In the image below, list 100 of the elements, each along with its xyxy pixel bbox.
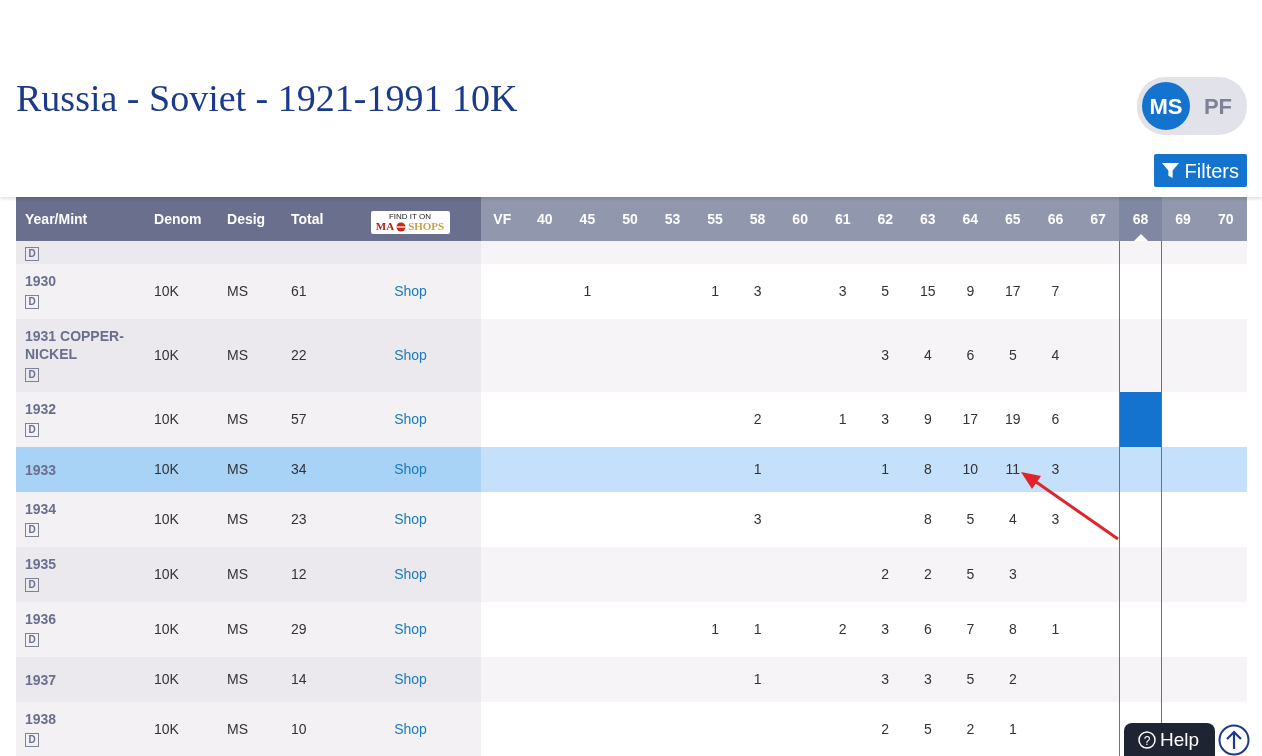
grade-count[interactable]: 1 xyxy=(753,671,762,687)
shop-link[interactable]: Shop xyxy=(394,347,427,363)
shop-link[interactable]: Shop xyxy=(394,511,427,527)
designation-badge[interactable]: D xyxy=(25,523,39,537)
grade-count[interactable]: 3 xyxy=(1008,566,1017,582)
designation-badge[interactable]: D xyxy=(25,633,39,647)
grade-count[interactable]: 10 xyxy=(962,461,979,477)
year-mint-link[interactable]: 1934 xyxy=(25,500,144,518)
grade-count[interactable]: 2 xyxy=(838,621,847,637)
grade-type-toggle-option[interactable]: MS xyxy=(1142,82,1190,130)
grade-count[interactable]: 3 xyxy=(881,621,890,637)
grade-count[interactable]: 5 xyxy=(966,671,975,687)
designation-badge[interactable]: D xyxy=(25,295,39,309)
table-row[interactable]: 1934 D 10K MS 23 Shop 3 8 5 4 3 xyxy=(16,492,1247,547)
grade-count[interactable]: 3 xyxy=(1051,511,1060,527)
grade-count[interactable]: 1 xyxy=(711,283,719,299)
grade-count[interactable]: 1 xyxy=(753,461,762,477)
total-text: 23 xyxy=(291,511,307,527)
grade-count[interactable]: 8 xyxy=(1008,621,1017,637)
table-row[interactable]: 1933 10K MS 34 Shop 1 1 8 10 11 3 xyxy=(16,447,1247,492)
shop-link[interactable]: Shop xyxy=(394,671,427,687)
grade-count[interactable]: 7 xyxy=(1051,283,1060,299)
denomination-text: 10K xyxy=(154,511,179,527)
grade-count[interactable]: 4 xyxy=(923,347,932,363)
grade-count[interactable]: 2 xyxy=(966,721,975,737)
population-bar xyxy=(1119,392,1162,447)
grade-count[interactable]: 3 xyxy=(881,671,890,687)
grade-count[interactable]: 3 xyxy=(881,411,890,427)
grade-count[interactable]: 5 xyxy=(1008,347,1017,363)
shop-link[interactable]: Shop xyxy=(394,283,427,299)
year-mint-link[interactable]: 1936 xyxy=(25,610,144,628)
grade-count[interactable]: 2 xyxy=(881,566,890,582)
shop-logo[interactable]: FIND IT ON MA SHOPS xyxy=(370,211,450,234)
grade-count[interactable]: 17 xyxy=(962,411,979,427)
grade-count[interactable]: 2 xyxy=(753,411,762,427)
shop-link[interactable]: Shop xyxy=(394,721,427,737)
filters-button[interactable]: Filters xyxy=(1153,154,1247,187)
designation-badge[interactable]: D xyxy=(25,423,39,437)
grade-count[interactable]: 9 xyxy=(966,283,975,299)
grade-count[interactable]: 8 xyxy=(923,511,932,527)
grade-count[interactable]: 1 xyxy=(1008,721,1017,737)
grade-count[interactable]: 3 xyxy=(923,671,932,687)
designation-badge[interactable]: D xyxy=(25,247,39,261)
grade-count[interactable]: 5 xyxy=(881,283,890,299)
grade-count[interactable]: 2 xyxy=(1008,671,1017,687)
grade-count[interactable]: 6 xyxy=(923,621,932,637)
grade-count[interactable]: 1 xyxy=(753,621,762,637)
grade-count[interactable]: 3 xyxy=(838,283,847,299)
grade-count[interactable]: 3 xyxy=(1051,461,1060,477)
year-mint-link[interactable]: 1931 COPPER-NICKEL xyxy=(25,327,144,363)
grade-count[interactable]: 4 xyxy=(1051,347,1060,363)
logo-text: MA xyxy=(375,221,395,232)
grade-count[interactable]: 5 xyxy=(966,566,975,582)
year-mint-link[interactable]: 1935 xyxy=(25,555,144,573)
grade-count[interactable]: 19 xyxy=(1005,411,1021,427)
grade-count[interactable]: 5 xyxy=(966,511,975,527)
designation-badge[interactable]: D xyxy=(25,368,39,382)
designation-badge[interactable]: D xyxy=(25,733,39,747)
grade-count[interactable]: 4 xyxy=(1008,511,1017,527)
grade-count[interactable]: 6 xyxy=(1051,411,1060,427)
grade-count[interactable]: 3 xyxy=(753,511,762,527)
grade-count[interactable]: 1 xyxy=(838,411,847,427)
year-mint-link[interactable]: 1938 xyxy=(25,710,144,728)
grade-count[interactable]: 2 xyxy=(923,566,932,582)
grade-count[interactable]: 8 xyxy=(923,461,932,477)
shop-link[interactable]: Shop xyxy=(394,621,427,637)
designation-text: MS xyxy=(227,721,248,737)
grade-count[interactable]: 9 xyxy=(923,411,932,427)
designation-text: MS xyxy=(227,411,248,427)
shop-link[interactable]: Shop xyxy=(394,566,427,582)
grade-count[interactable]: 3 xyxy=(753,283,762,299)
grade-count[interactable]: 11 xyxy=(1005,461,1021,477)
table-row[interactable]: 1936 D 10K MS 29 Shop 1 1 2 3 6 7 8 1 xyxy=(16,602,1247,657)
total-text: 14 xyxy=(291,671,307,687)
grade-count[interactable]: 2 xyxy=(881,721,890,737)
designation-badge[interactable]: D xyxy=(25,578,39,592)
shop-link[interactable]: Shop xyxy=(394,411,427,427)
year-mint-link[interactable]: 1930 xyxy=(25,272,144,290)
grade-count[interactable]: 1 xyxy=(1051,621,1060,637)
table-row[interactable]: 1930 D 10K MS 61 Shop 1 1 3 3 5 15 9 17 7 xyxy=(16,264,1247,319)
table-row[interactable]: 1935 D 10K MS 12 Shop 2 2 5 3 xyxy=(16,547,1247,602)
table-row[interactable]: 1931 COPPER-NICKEL D 10K MS 22 Shop 3 4 6 5 4 xyxy=(16,319,1247,392)
grade-count[interactable]: 15 xyxy=(920,283,936,299)
column-header: Year/Mint xyxy=(16,197,145,241)
table-row[interactable]: 1932 D 10K MS 57 Shop 2 1 3 9 17 19 6 xyxy=(16,392,1247,447)
grade-column-header[interactable]: 68 xyxy=(1119,197,1162,241)
total-text: 22 xyxy=(291,347,307,363)
grade-count[interactable]: 1 xyxy=(583,283,592,299)
grade-count[interactable]: 5 xyxy=(923,721,932,737)
grade-count[interactable]: 6 xyxy=(966,347,975,363)
grade-count[interactable]: 7 xyxy=(966,621,975,637)
scroll-up-icon[interactable] xyxy=(1218,724,1250,756)
year-mint-link[interactable]: 1932 xyxy=(25,400,144,418)
grade-count[interactable]: 1 xyxy=(881,461,890,477)
help-button[interactable]: ? Help xyxy=(1124,723,1215,756)
grade-count[interactable]: 17 xyxy=(1005,283,1021,299)
designation-text: MS xyxy=(227,461,248,477)
grade-count[interactable]: 3 xyxy=(881,347,890,363)
grade-count[interactable]: 1 xyxy=(711,621,719,637)
table-row[interactable]: 1937 10K MS 14 Shop 1 3 3 5 2 xyxy=(16,657,1247,702)
